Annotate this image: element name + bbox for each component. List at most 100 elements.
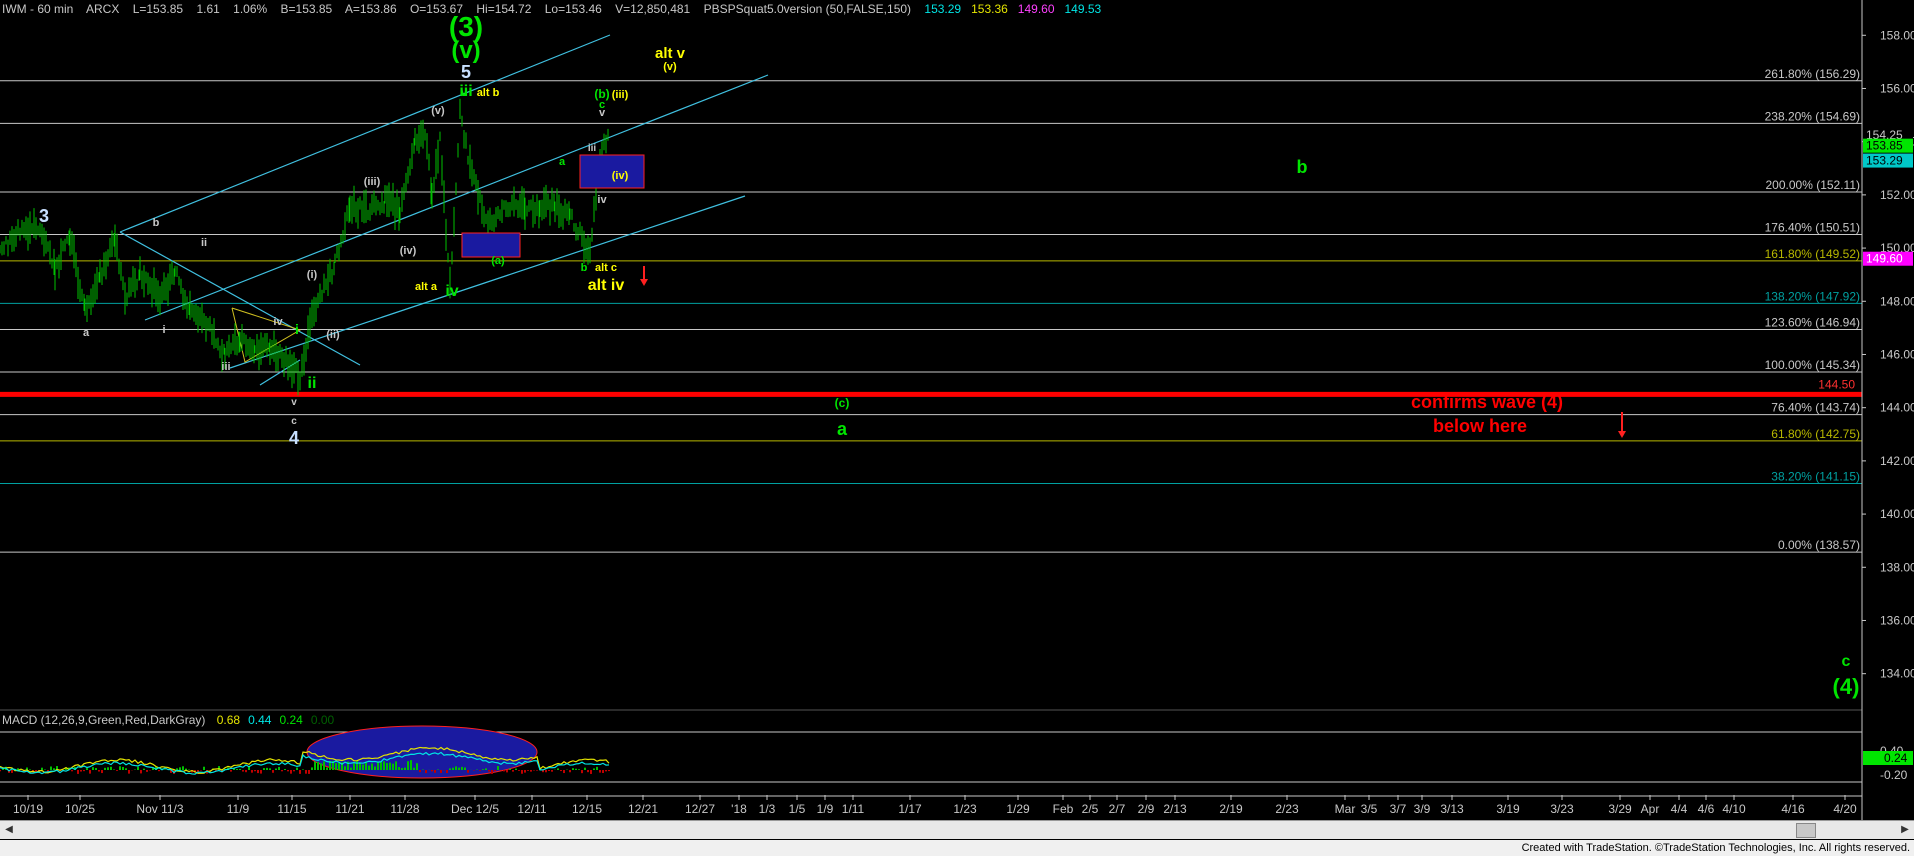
fib-level-label: 100.00% (145.34) xyxy=(1765,358,1860,372)
wave-label-4: (v) xyxy=(663,61,677,73)
wave-label-23: (a) xyxy=(491,255,505,267)
bid-price: B=153.85 xyxy=(280,2,333,16)
fib-level-label: 238.20% (154.69) xyxy=(1765,109,1860,123)
x-tick-label: Apr xyxy=(1641,802,1660,816)
wave-label-3: alt v xyxy=(655,45,686,62)
y-tick-label: 158.00 xyxy=(1880,28,1914,42)
macd-value: 0.44 xyxy=(248,713,272,727)
wave-label-38: c xyxy=(291,416,297,427)
date-axis: 10/19 10/25 Nov 11/3 11/9 11/15 11/21 11/28 Dec… xyxy=(0,795,1862,816)
wave-label-25: alt c xyxy=(595,262,617,274)
wave-label-2: 5 xyxy=(461,62,471,82)
x-tick-label: 1/17 xyxy=(898,802,922,816)
y-tick-label: 152.00 xyxy=(1880,188,1914,202)
wave-label-15: iv xyxy=(597,194,607,206)
x-tick-label: 3/23 xyxy=(1550,802,1574,816)
price-tag-label: 149.60 xyxy=(1866,252,1903,266)
target-box-lower xyxy=(461,232,521,258)
x-tick-label: Dec 12/5 xyxy=(451,802,499,816)
wave-label-18: 3 xyxy=(39,206,49,226)
y-tick-label: 146.00 xyxy=(1880,347,1914,361)
x-tick-label: 11/28 xyxy=(390,802,419,816)
study-value: 149.60 xyxy=(1017,2,1055,16)
symbol-label: IWM - 60 min xyxy=(2,2,74,16)
x-tick-label: 1/5 xyxy=(789,802,806,816)
wave-label-41: a xyxy=(837,419,848,439)
wave-label-26: alt iv xyxy=(588,277,625,294)
x-tick-label: 2/19 xyxy=(1219,802,1243,816)
x-tick-label: 4/6 xyxy=(1698,802,1715,816)
y-tick-label: 140.00 xyxy=(1880,507,1914,521)
macd-panel: 0.400.24-0.200.24 xyxy=(0,725,1913,783)
horizontal-scrollbar[interactable]: ◀ ▶ xyxy=(0,820,1914,839)
x-tick-label: Feb xyxy=(1053,802,1074,816)
wave-annotations: (3)(v)5alt v(v)iiiv alt b (b) (iii)cv(v)iii… xyxy=(39,11,1859,699)
scroll-thumb[interactable] xyxy=(1796,823,1816,838)
scroll-left-icon[interactable]: ◀ xyxy=(2,823,16,836)
wave-label-40: (c) xyxy=(835,396,850,410)
chart-header: IWM - 60 min ARCX L=153.85 1.61 1.06% B=… xyxy=(2,2,1121,16)
price-axis: 158.00156.00154.00152.00150.00148.00146.… xyxy=(1861,0,1914,820)
fib-level-label: 176.40% (150.51) xyxy=(1765,221,1860,235)
wave-label-43: below here xyxy=(1433,416,1527,436)
support-label: 144.50 xyxy=(1818,377,1855,391)
wave-label-42: confirms wave (4) xyxy=(1411,392,1563,412)
wave-label-24: b xyxy=(581,262,588,274)
volume: V=12,850,481 xyxy=(615,2,691,16)
study-value: 153.36 xyxy=(971,2,1008,16)
wave-label-7: alt b xyxy=(477,87,500,99)
x-tick-label: 2/13 xyxy=(1163,802,1187,816)
x-tick-label: 3/19 xyxy=(1496,802,1520,816)
wave-label-21: (iii) xyxy=(364,176,381,188)
footer: Created with TradeStation. ©TradeStation… xyxy=(0,840,1914,856)
x-tick-label: 4/10 xyxy=(1722,802,1746,816)
x-tick-label: 1/29 xyxy=(1006,802,1030,816)
footer-credit: Created with TradeStation. ©TradeStation… xyxy=(1521,842,1910,854)
x-tick-label: 12/11 xyxy=(517,802,546,816)
price-tag-label: 153.85 xyxy=(1866,139,1903,153)
low-price: Lo=153.46 xyxy=(544,2,602,16)
x-tick-label: 12/27 xyxy=(685,802,715,816)
wave-label-45: (4) xyxy=(1833,674,1860,699)
down-arrow-head-icon xyxy=(1618,431,1626,438)
x-tick-label: 3/29 xyxy=(1608,802,1632,816)
study-values: 153.29 153.36 149.60 149.53 xyxy=(924,2,1111,16)
y-tick-label: 148.00 xyxy=(1880,294,1914,308)
fib-level-label: 200.00% (152.11) xyxy=(1765,178,1860,192)
wave-label-6: v xyxy=(461,85,468,99)
wave-label-19: b xyxy=(153,217,160,229)
wave-label-37: v xyxy=(291,397,297,408)
x-tick-label: 11/9 xyxy=(227,802,250,816)
wave-label-30: i xyxy=(295,321,299,337)
x-tick-label: 1/9 xyxy=(817,802,834,816)
x-tick-label: 12/21 xyxy=(628,802,658,816)
price-tag-label: 153.29 xyxy=(1866,154,1903,168)
wave-label-9: (iii) xyxy=(612,89,629,101)
x-tick-label: 3/7 xyxy=(1390,802,1407,816)
y-tick-label: 144.00 xyxy=(1880,401,1914,415)
x-tick-label: 4/20 xyxy=(1833,802,1857,816)
net-change: 1.61 xyxy=(196,2,220,16)
x-tick-label: 4/16 xyxy=(1781,802,1805,816)
x-tick-label: 11/21 xyxy=(335,802,364,816)
x-tick-label: 3/5 xyxy=(1361,802,1378,816)
high-price: Hi=154.72 xyxy=(476,2,532,16)
x-tick-label: 4/4 xyxy=(1671,802,1688,816)
y-tick-label: 134.00 xyxy=(1880,667,1914,681)
x-tick-label: 1/3 xyxy=(759,802,776,816)
scroll-right-icon[interactable]: ▶ xyxy=(1898,823,1912,836)
macd-value-tag-label: 0.24 xyxy=(1884,751,1908,765)
wave-label-27: alt a xyxy=(415,281,438,293)
exchange-label: ARCX xyxy=(86,2,120,16)
x-tick-label: 3/9 xyxy=(1414,802,1431,816)
price-chart[interactable]: 261.80% (156.29) 238.20% (154.69) 200.00% … xyxy=(0,0,1914,856)
study-value: 153.29 xyxy=(924,2,962,16)
wave-label-32: (ii) xyxy=(326,329,340,341)
wave-label-17: b xyxy=(1297,157,1308,177)
x-tick-label: 2/5 xyxy=(1082,802,1099,816)
x-tick-label: 1/23 xyxy=(953,802,977,816)
wave-label-16: a xyxy=(559,156,566,168)
macd-value: 0.24 xyxy=(279,713,303,727)
x-tick-label: 2/23 xyxy=(1275,802,1299,816)
wave-label-14: (iv) xyxy=(612,170,629,182)
